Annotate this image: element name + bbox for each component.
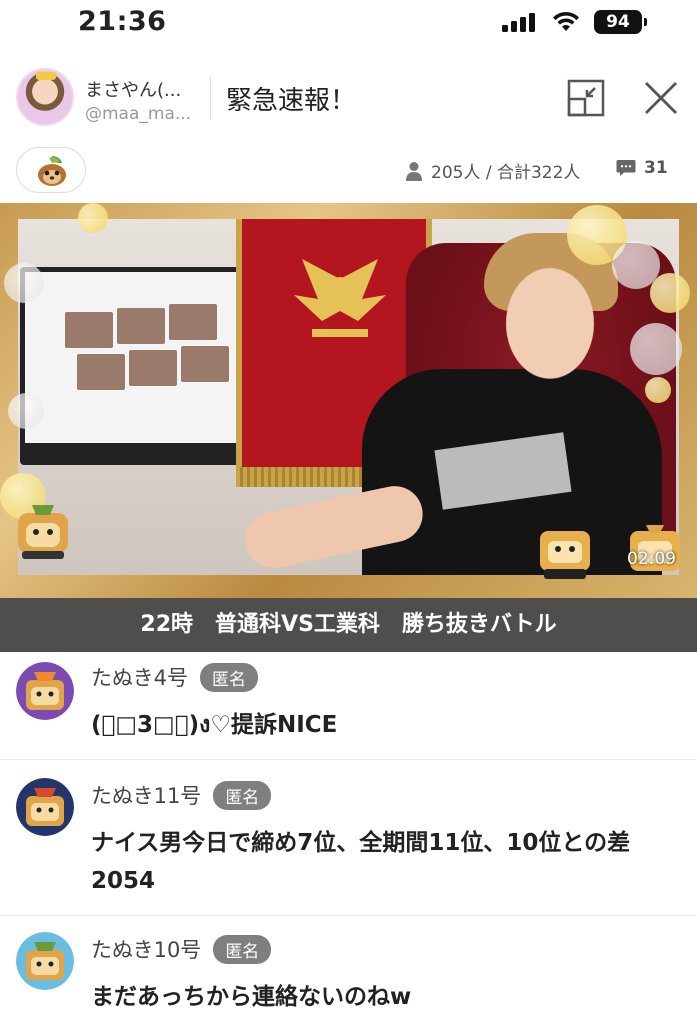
viewer-count-text: 205人 / 合計322人 [431, 163, 581, 183]
tanuki-mascot-right [540, 531, 590, 579]
cellular-signal-icon [502, 12, 538, 32]
streamer-avatar[interactable] [16, 68, 74, 126]
status-bar: 21:36 94 [0, 0, 697, 48]
minimize-icon[interactable] [567, 79, 605, 117]
stream-info-row: 205人 / 合計322人 31 [0, 145, 697, 195]
commenter-name: たぬき4号 [91, 666, 188, 690]
chat-bubble-icon [616, 160, 636, 176]
item-button[interactable] [16, 147, 86, 193]
commenter-name: たぬき10号 [91, 938, 202, 962]
battery-indicator: 94 [594, 10, 647, 34]
stream-caption: 22時 普通科VS工業科 勝ち抜きバトル [0, 598, 697, 652]
comment-item[interactable]: たぬき4号 匿名 (ﾟ□3□ﾟ)ง♡提訴NICE [0, 652, 697, 760]
tanuki-mascot-left [18, 505, 68, 559]
streamer-name: まさやん(... [85, 80, 182, 101]
commenter-name: たぬき11号 [91, 784, 202, 808]
comment-list[interactable]: たぬき4号 匿名 (ﾟ□3□ﾟ)ง♡提訴NICE たぬき11号 匿名 ナイス男今… [0, 652, 697, 1024]
anonymous-badge: 匿名 [213, 780, 272, 810]
commenter-avatar [16, 932, 74, 990]
comment-text: ナイス男今日で締め7位、全期間11位、10位との差2054 [91, 830, 631, 894]
person-icon [406, 161, 422, 181]
commenter-avatar [16, 662, 74, 720]
streamer-info[interactable]: まさやん(... @maa_ma... [85, 76, 205, 124]
comment-text: まだあっちから連絡ないのねw [91, 984, 412, 1010]
status-time: 21:36 [78, 6, 167, 37]
comment-item[interactable]: たぬき10号 匿名 まだあっちから連絡ないのねw [0, 916, 697, 1024]
comment-item[interactable]: たぬき11号 匿名 ナイス男今日で締め7位、全期間11位、10位との差2054 [0, 760, 697, 916]
stream-header: まさやん(... @maa_ma... 緊急速報！ [0, 62, 697, 138]
streamer-handle: @maa_ma... [85, 104, 192, 124]
background-monitor [20, 267, 266, 465]
commenter-avatar [16, 778, 74, 836]
comment-count: 31 [616, 158, 668, 178]
stream-title: 緊急速報！ [226, 86, 357, 116]
close-icon[interactable] [641, 78, 681, 118]
wifi-icon [553, 11, 579, 31]
stream-timer: 02:09 [627, 549, 676, 569]
comment-count-text: 31 [644, 158, 668, 178]
anonymous-badge: 匿名 [213, 934, 272, 964]
comment-text: (ﾟ□3□ﾟ)ง♡提訴NICE [91, 712, 338, 738]
viewer-count: 205人 / 合計322人 [405, 158, 580, 183]
header-divider [210, 76, 211, 120]
anonymous-badge: 匿名 [199, 662, 258, 692]
tanuki-item-icon [38, 156, 66, 186]
streamer-face [494, 253, 606, 381]
live-video-player[interactable] [0, 203, 697, 598]
